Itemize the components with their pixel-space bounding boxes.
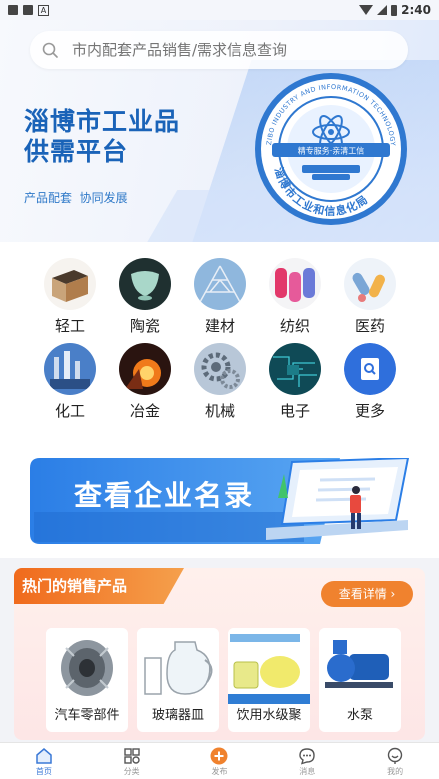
glassware-icon [137,628,219,704]
textile-icon [269,258,321,310]
electronics-icon [269,343,321,395]
product-card-auto-parts[interactable]: 汽车零部件 [46,628,128,732]
hero-title: 淄博市工业品供需平台 [24,107,181,166]
category-label: 更多 [354,402,385,420]
product-label: 水泵 [346,708,373,723]
category-label: 冶金 [129,402,160,420]
medicine-icon [344,258,396,310]
search-input[interactable] [72,41,372,59]
notification-a-icon: A [38,4,49,16]
category-metallurgy[interactable]: 冶金 [108,343,182,425]
product-card-water-pump[interactable]: 水泵 [319,628,401,732]
seal-band-text: 精专服务·亲清工信 [298,146,365,156]
category-icon [123,748,140,764]
status-bar: A 2:40 [0,0,439,20]
notification-square-icon [23,5,33,15]
message-icon [299,748,315,765]
search-icon [42,42,58,58]
category-label: 医药 [354,317,385,335]
product-label: 饮用水级聚 [236,708,302,723]
category-more[interactable]: 更多 [333,343,407,425]
hero-subtitle: 产品配套 协同发展 [24,191,128,205]
water-chemical-icon [228,628,310,704]
hero-banner: 淄博市工业品供需平台 产品配套 协同发展 精专服务·亲清工信 ZIBO INDU… [0,20,439,242]
hot-products-title: 热门的销售产品 [14,568,184,604]
product-label: 玻璃器皿 [151,708,204,723]
category-label: 机械 [204,402,235,420]
category-label: 陶瓷 [129,317,160,335]
view-details-button[interactable]: 查看详情 › [321,581,413,607]
light-industry-icon [44,258,96,310]
category-textile[interactable]: 纺织 [258,258,332,340]
chemical-icon [44,343,96,395]
category-label: 电子 [279,402,310,420]
banner-text: 查看企业名录 [74,479,255,512]
tab-profile[interactable]: 我的 [351,743,439,779]
tab-label: 首页 [35,767,52,776]
system-indicators: 2:40 [359,3,431,17]
ceramics-icon [119,258,171,310]
water-pump-icon [319,628,401,704]
notification-icons: A [8,4,49,16]
auto-parts-icon [46,628,128,704]
notification-square-icon [8,5,18,15]
tab-message[interactable]: 消息 [263,743,351,779]
tab-publish[interactable]: 发布 [176,743,264,779]
more-icon [344,343,396,395]
tab-category[interactable]: 分类 [88,743,176,779]
search-bar[interactable] [30,31,408,69]
bureau-seal-logo: 精专服务·亲清工信 ZIBO INDUSTRY AND INFORMATION … [252,70,407,225]
tab-label: 发布 [211,767,228,776]
profile-icon [387,747,403,764]
enterprise-directory-section: 查看企业名录 [0,438,439,558]
bottom-tab-bar: 首页 分类 发布 消息 我的 [0,742,439,779]
category-chemical[interactable]: 化工 [33,343,107,425]
category-label: 化工 [54,402,85,420]
signal-icon [377,5,388,15]
category-building-materials[interactable]: 建材 [183,258,257,340]
enterprise-directory-banner[interactable]: 查看企业名录 [30,456,410,548]
tab-label: 消息 [299,767,316,776]
metallurgy-icon [119,343,171,395]
category-light-industry[interactable]: 轻工 [33,258,107,340]
tab-label: 分类 [123,767,140,776]
wifi-icon [359,5,374,15]
category-label: 纺织 [279,317,310,335]
machinery-icon [194,343,246,395]
category-electronics[interactable]: 电子 [258,343,332,425]
category-label: 建材 [204,317,235,335]
publish-icon [210,747,228,765]
product-card-glassware[interactable]: 玻璃器皿 [137,628,219,732]
category-ceramics[interactable]: 陶瓷 [108,258,182,340]
category-label: 轻工 [54,317,85,335]
tab-label: 我的 [387,767,404,776]
category-medicine[interactable]: 医药 [333,258,407,340]
product-card-water-chemical[interactable]: 饮用水级聚 [228,628,310,732]
hot-products-section: 热门的销售产品 查看详情 › 汽车零部件 玻璃器皿 饮用水级聚 水泵 [14,568,425,740]
home-icon [36,748,52,764]
status-time: 2:40 [401,3,431,17]
building-materials-icon [194,258,246,310]
product-label: 汽车零部件 [54,708,120,723]
battery-icon [391,4,398,16]
category-machinery[interactable]: 机械 [183,343,257,425]
tab-home[interactable]: 首页 [0,743,88,779]
category-grid: 轻工 陶瓷 建材 纺织 医药 化工 冶金 机械 电子 更多 [0,242,439,438]
